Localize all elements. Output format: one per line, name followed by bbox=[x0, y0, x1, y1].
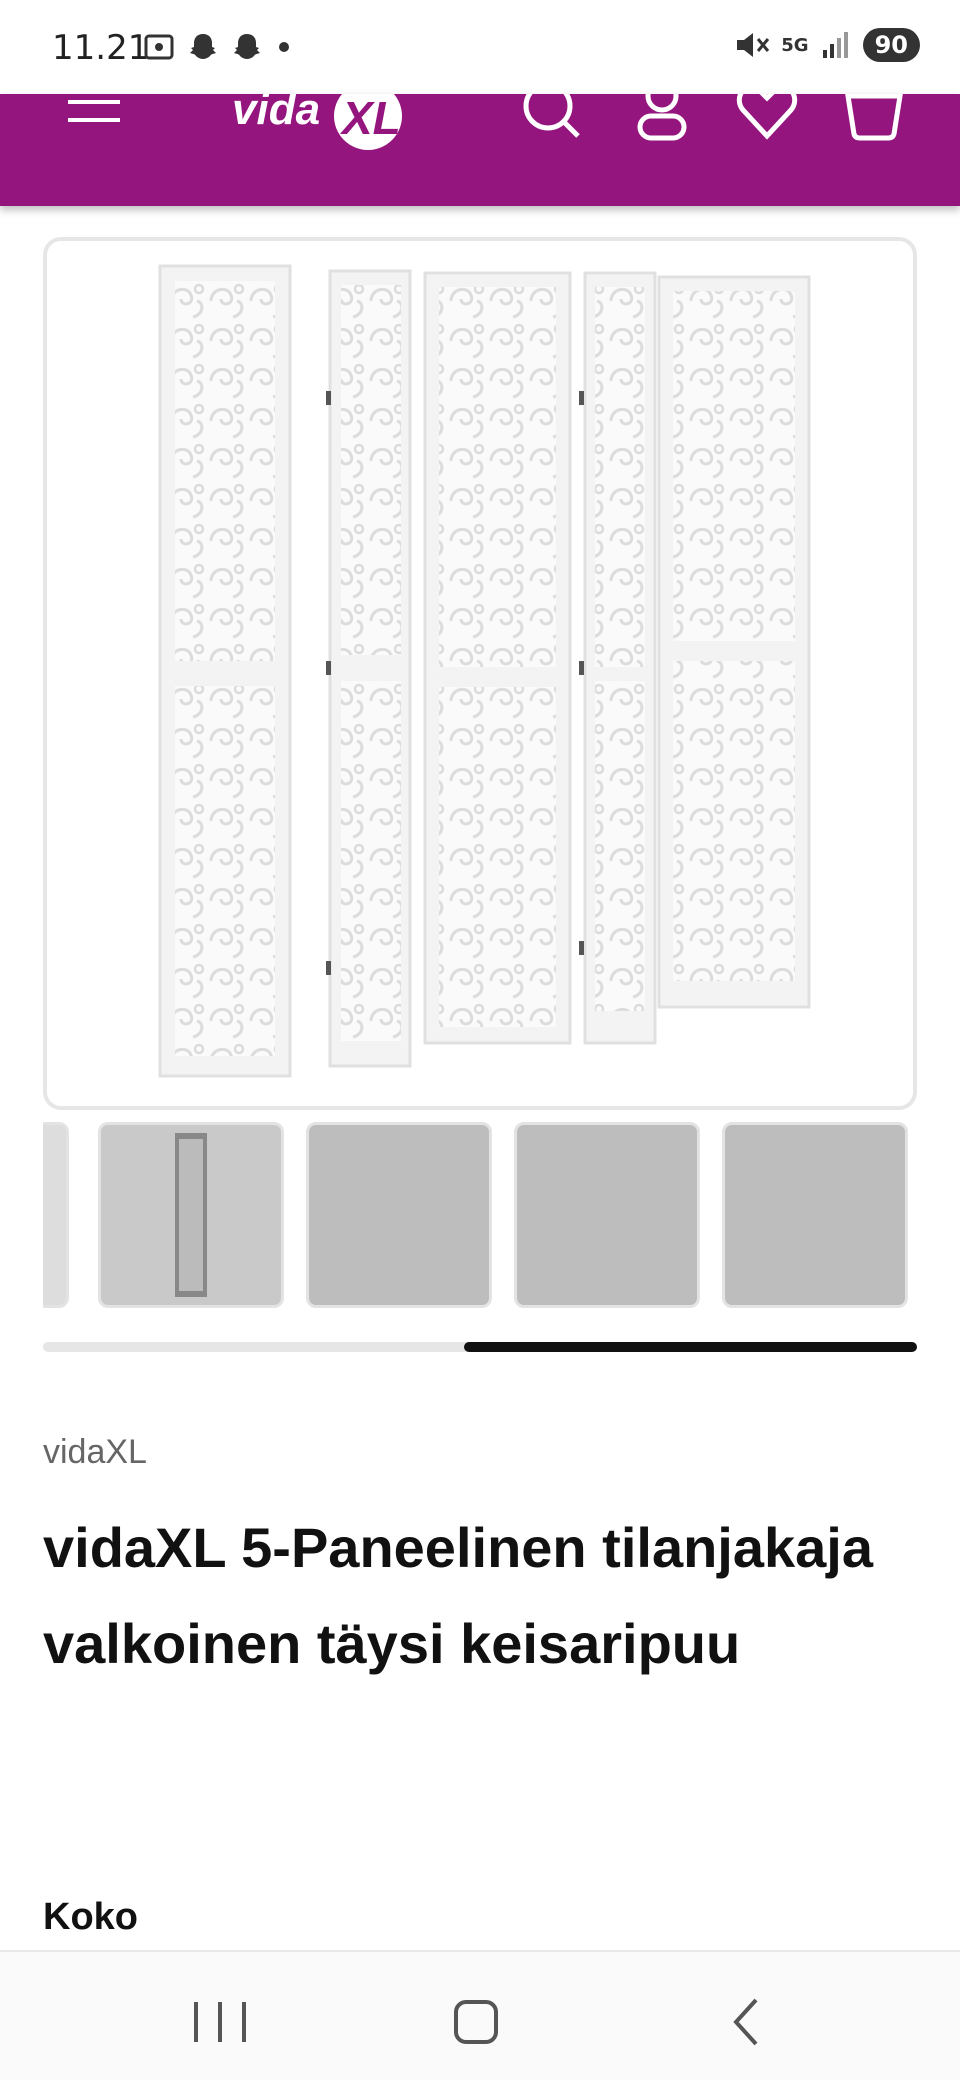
thumbnail-strip[interactable] bbox=[43, 1122, 917, 1308]
main-product-image[interactable] bbox=[43, 237, 917, 1110]
status-icons-left bbox=[142, 30, 294, 64]
back-icon[interactable] bbox=[708, 1992, 788, 2052]
system-nav-bar bbox=[0, 1950, 960, 2080]
cart-icon[interactable] bbox=[842, 94, 906, 142]
dot-icon bbox=[279, 42, 289, 52]
thumbnail-scrollbar[interactable] bbox=[43, 1342, 917, 1352]
network-type: 5G bbox=[781, 34, 809, 56]
thumbnail[interactable] bbox=[306, 1122, 492, 1308]
status-icons-right: 5G 90 bbox=[733, 28, 920, 62]
recent-apps-icon[interactable] bbox=[180, 1992, 260, 2052]
signal-icon bbox=[822, 32, 848, 58]
vidaxl-logo[interactable]: vida XL bbox=[230, 94, 410, 162]
status-bar: 11.21 5G 90 bbox=[0, 0, 960, 94]
room-divider-image bbox=[158, 264, 811, 1078]
thumbnail[interactable] bbox=[722, 1122, 908, 1308]
screenshot-icon bbox=[144, 34, 174, 60]
menu-icon[interactable] bbox=[66, 94, 122, 134]
account-icon[interactable] bbox=[630, 94, 694, 142]
search-icon[interactable] bbox=[520, 94, 584, 142]
heart-icon[interactable] bbox=[735, 94, 799, 142]
mute-icon bbox=[737, 33, 770, 57]
svg-text:vida: vida bbox=[232, 94, 320, 134]
snapchat-icon bbox=[190, 34, 216, 59]
thumbnail[interactable] bbox=[514, 1122, 700, 1308]
thumbnail-image bbox=[175, 1133, 207, 1297]
thumbnail[interactable] bbox=[98, 1122, 284, 1308]
product-title: vidaXL 5-Paneelinen tilanjakaja valkoine… bbox=[43, 1516, 873, 1675]
size-label: Koko bbox=[43, 1896, 138, 1938]
thumbnail[interactable] bbox=[43, 1122, 69, 1308]
site-header: vida XL bbox=[0, 94, 960, 206]
battery-icon: 90 bbox=[862, 28, 920, 62]
status-time: 11.21 bbox=[52, 28, 150, 68]
scrollbar-thumb[interactable] bbox=[464, 1342, 917, 1352]
svg-text:XL: XL bbox=[339, 94, 401, 144]
home-icon[interactable] bbox=[436, 1992, 516, 2052]
snapchat-icon bbox=[234, 34, 260, 59]
product-brand[interactable]: vidaXL bbox=[43, 1433, 147, 1472]
